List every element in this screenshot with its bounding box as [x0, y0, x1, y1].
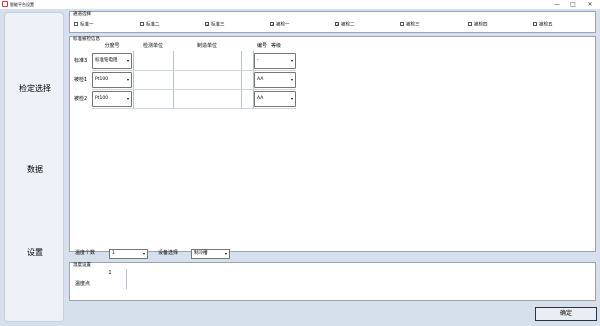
column-header-type: 分度号: [104, 43, 120, 49]
grade-dropdown-dut1[interactable]: AA ▾: [254, 72, 296, 88]
instrument-info-group: 标准被检信息 分度号 检测单位 制造单位 编号 等级 标准3 被检1 被检2 标…: [69, 36, 596, 252]
sidebar-item-settings[interactable]: 设置: [5, 247, 65, 259]
app-icon: [2, 1, 8, 7]
checkbox-box[interactable]: [74, 22, 78, 26]
channel-checkbox-dut5[interactable]: 被检五: [533, 22, 553, 28]
grid-line: [92, 89, 296, 90]
channel-checkbox-std3[interactable]: ✓ 标准三: [205, 22, 225, 28]
device-dropdown[interactable]: 制冷槽 ▾: [191, 249, 230, 259]
title-bar: 智能平台设置 — □ ✕: [0, 0, 600, 9]
channel-checkbox-dut1[interactable]: ✓ 被检一: [270, 22, 290, 28]
channel-checkbox-dut3[interactable]: 被检三: [400, 22, 420, 28]
column-header-test-unit: 检测单位: [142, 43, 163, 49]
temp-point-label: 温度点: [75, 281, 91, 287]
column-header-grade: 等级: [270, 43, 281, 49]
chevron-down-icon: ▾: [126, 77, 129, 82]
close-button[interactable]: ✕: [584, 0, 596, 9]
check-icon[interactable]: ✓: [335, 22, 339, 27]
temp-count-dropdown[interactable]: 1 ▾: [109, 249, 148, 259]
grid-line: [133, 51, 134, 109]
channel-checkbox-dut4[interactable]: 被检四: [468, 22, 488, 28]
checkbox-box[interactable]: [468, 22, 472, 26]
check-icon[interactable]: ✓: [205, 22, 209, 27]
type-dropdown-dut2[interactable]: Pt100 ▾: [92, 91, 132, 107]
channel-checkbox-std1[interactable]: 标准一: [74, 22, 94, 28]
row-label-dut2: 被检2: [74, 96, 88, 102]
grid-line: [173, 51, 174, 109]
temp-settings-group: 温度设置 1 温度点: [69, 262, 596, 301]
chevron-down-icon: ▾: [126, 58, 129, 63]
minimize-button[interactable]: —: [551, 0, 563, 9]
grid-line: [126, 269, 127, 289]
checkbox-box[interactable]: [533, 22, 537, 26]
channel-checkbox-std2[interactable]: 标准二: [140, 22, 160, 28]
checkbox-box[interactable]: [400, 22, 404, 26]
channel-group-title: 通道选择: [73, 12, 91, 17]
sidebar: 检定选择 数据 设置: [4, 12, 64, 322]
grid-line: [92, 70, 296, 71]
chevron-down-icon: ▾: [142, 251, 145, 256]
sidebar-item-data[interactable]: 数据: [5, 164, 65, 176]
check-icon[interactable]: ✓: [270, 22, 274, 27]
window-title: 智能平台设置: [10, 2, 34, 7]
chevron-down-icon: ▾: [290, 77, 293, 82]
maximize-button[interactable]: □: [567, 0, 579, 9]
device-select-label: 设备选择: [158, 250, 179, 256]
sidebar-item-verification[interactable]: 检定选择: [5, 83, 65, 95]
confirm-button[interactable]: 确定: [535, 307, 597, 321]
column-header-manufacturer: 制造单位: [196, 43, 217, 49]
channel-checkbox-dut2[interactable]: ✓ 被检二: [335, 22, 355, 28]
temp-column-header: 1: [108, 270, 112, 276]
row-label-std3: 标准3: [74, 58, 88, 64]
type-dropdown-std3[interactable]: 标准铂电阻 ▾: [92, 53, 132, 69]
chevron-down-icon: ▾: [126, 96, 129, 101]
row-label-dut1: 被检1: [74, 77, 88, 83]
grade-dropdown-std3[interactable]: - ▾: [254, 53, 296, 69]
grade-dropdown-dut2[interactable]: AA ▾: [254, 91, 296, 107]
grid-line: [241, 51, 242, 109]
channel-select-group: 通道选择 标准一 标准二 ✓ 标准三 ✓ 被检一 ✓ 被检二 被检三 被检四 被检五: [69, 11, 596, 33]
checkbox-box[interactable]: [140, 22, 144, 26]
window-client: 检定选择 数据 设置 通道选择 标准一 标准二 ✓ 标准三 ✓ 被检一 ✓ 被检二 被…: [0, 9, 600, 326]
temp-count-label: 温度个数: [75, 250, 96, 256]
chevron-down-icon: ▾: [290, 96, 293, 101]
chevron-down-icon: ▾: [290, 58, 293, 63]
grid-line: [92, 108, 296, 109]
temp-settings-title: 温度设置: [73, 263, 91, 268]
type-dropdown-dut1[interactable]: Pt100 ▾: [92, 72, 132, 88]
chevron-down-icon: ▾: [224, 251, 227, 256]
